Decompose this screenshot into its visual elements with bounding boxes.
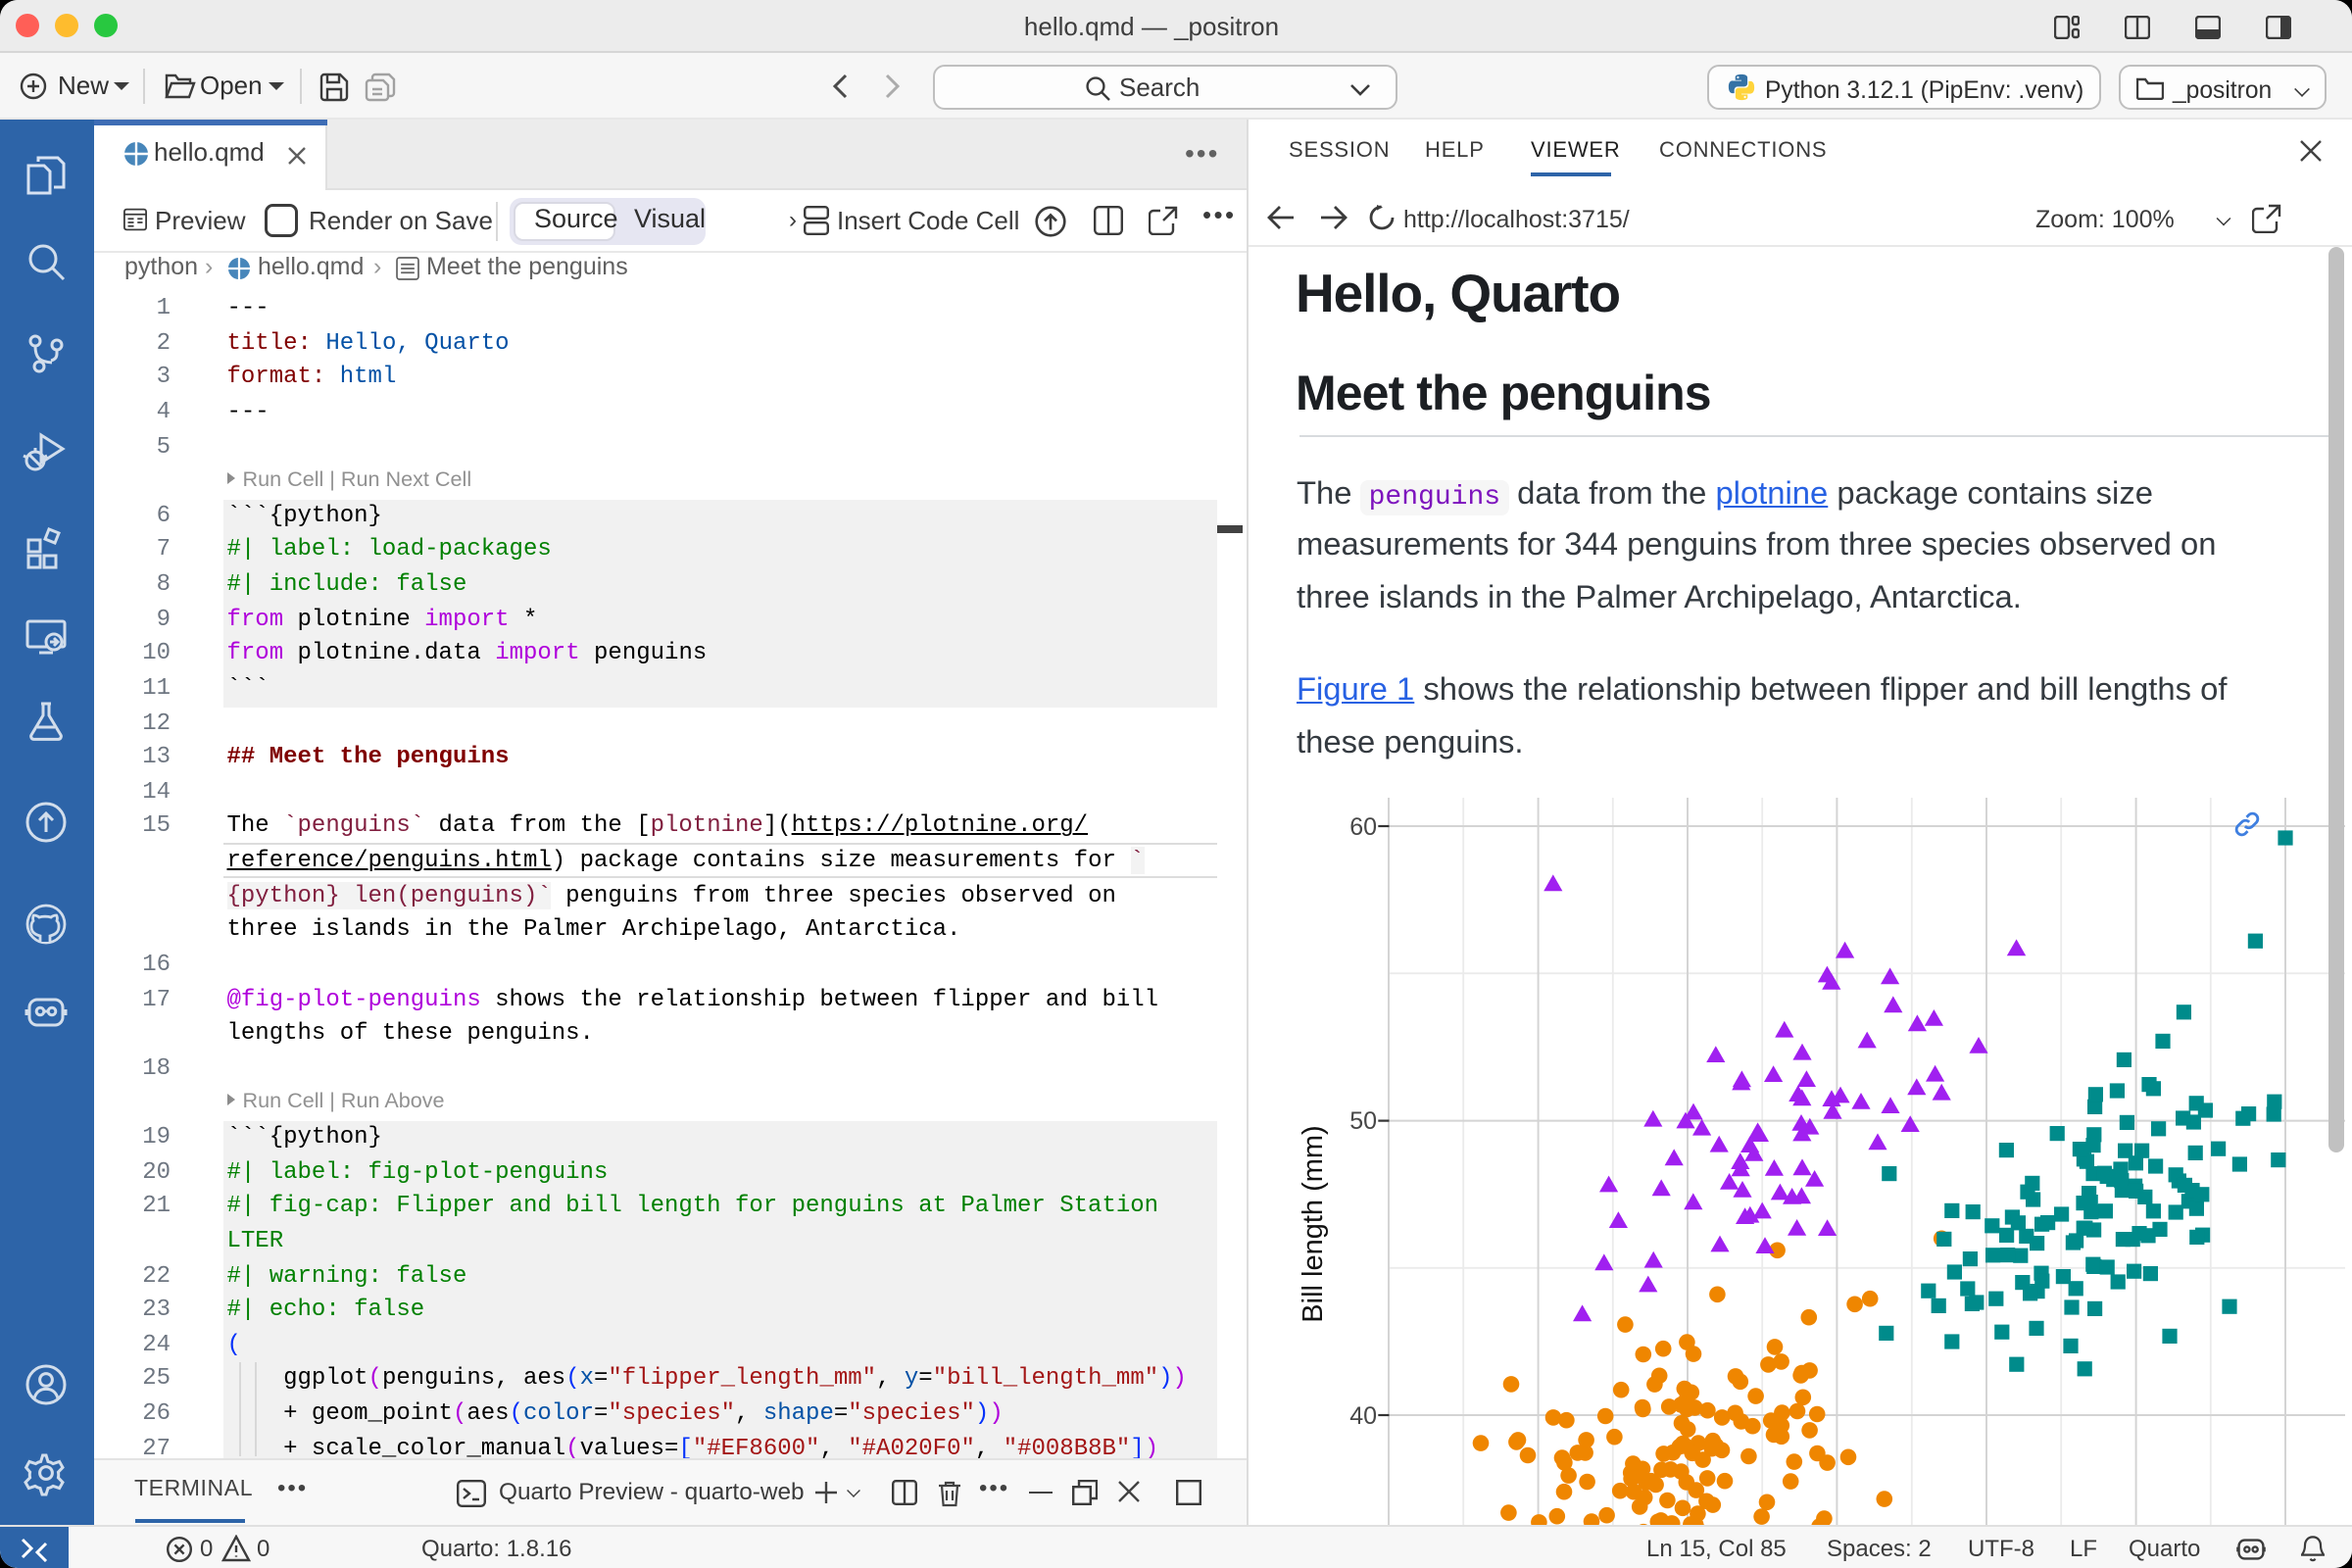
- svg-text:60: 60: [1348, 813, 1376, 841]
- svg-text:50: 50: [1348, 1107, 1376, 1135]
- svg-text:40: 40: [1348, 1402, 1376, 1430]
- svg-text:Bill length (mm): Bill length (mm): [1297, 1125, 1328, 1322]
